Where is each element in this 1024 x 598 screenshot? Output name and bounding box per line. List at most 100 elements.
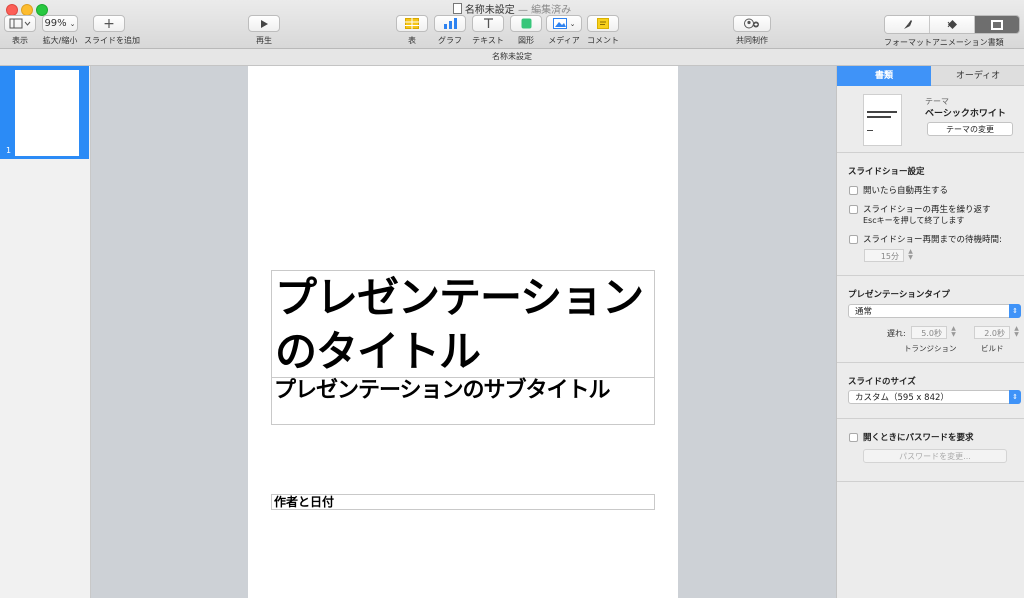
zoom-value: 99% bbox=[44, 18, 66, 29]
inspector-tabs: 書類 オーディオ bbox=[837, 66, 1024, 86]
slide-thumbnail-selected[interactable]: 1 bbox=[0, 66, 89, 159]
slideshow-settings-title: スライドショー設定 bbox=[848, 165, 925, 177]
tab-audio[interactable]: オーディオ bbox=[931, 66, 1024, 86]
theme-thumb-title-line2 bbox=[867, 116, 891, 118]
inspector-segmented-control[interactable] bbox=[884, 15, 1020, 34]
build-delay-field[interactable]: 2.0秒 bbox=[974, 326, 1010, 339]
add-slide-control[interactable]: + スライドを追加 bbox=[84, 15, 134, 46]
idle-time-field[interactable]: 15分 bbox=[864, 249, 904, 262]
play-icon bbox=[259, 19, 269, 29]
tab-document[interactable]: 書類 bbox=[837, 66, 931, 86]
play-label: 再生 bbox=[248, 35, 280, 46]
slide-thumbnail-page bbox=[15, 70, 79, 156]
comment-control[interactable]: コメント bbox=[586, 15, 620, 46]
collaborate-icon bbox=[743, 18, 761, 29]
text-button[interactable] bbox=[472, 15, 504, 32]
zoom-control[interactable]: 99%⌄ 拡大/縮小 bbox=[41, 15, 79, 46]
shape-control[interactable]: 図形 bbox=[510, 15, 542, 46]
slide-size-section: スライドのサイズ カスタム（595 x 842） ⇕ bbox=[837, 363, 1024, 419]
title-placeholder[interactable]: プレゼンテーションのタイトル bbox=[271, 270, 655, 378]
play-button[interactable] bbox=[248, 15, 280, 32]
add-slide-button[interactable]: + bbox=[93, 15, 125, 32]
inspector-switcher[interactable]: フォーマット アニメーション 書類 bbox=[884, 15, 1020, 48]
slide-canvas[interactable]: プレゼンテーションのタイトル プレゼンテーションのサブタイトル 作者と日付 bbox=[248, 66, 678, 598]
view-button[interactable] bbox=[4, 15, 36, 32]
change-password-button[interactable]: パスワードを変更... bbox=[863, 449, 1007, 463]
delay-label: 遅れ: bbox=[887, 328, 906, 339]
author-placeholder[interactable]: 作者と日付 bbox=[271, 494, 655, 510]
transition-delay-stepper[interactable]: ▲▼ bbox=[950, 326, 957, 339]
restart-idle-option[interactable]: スライドショー再開までの待機時間: bbox=[849, 233, 1002, 245]
media-control[interactable]: ⌄ メディア bbox=[546, 15, 582, 46]
chart-icon bbox=[444, 18, 457, 29]
document-button[interactable] bbox=[975, 16, 1019, 33]
subtitle-placeholder[interactable]: プレゼンテーションのサブタイトル bbox=[271, 377, 655, 425]
popup-arrows-icon: ⇕ bbox=[1009, 304, 1021, 318]
autoplay-checkbox[interactable] bbox=[849, 186, 858, 195]
collaborate-button[interactable] bbox=[733, 15, 771, 32]
paintbrush-icon bbox=[902, 19, 913, 30]
view-label: 表示 bbox=[4, 35, 36, 46]
zoom-popup[interactable]: 99%⌄ bbox=[42, 15, 78, 32]
autoplay-option[interactable]: 開いたら自動再生する bbox=[849, 184, 948, 196]
collaborate-control[interactable]: 共同制作 bbox=[733, 15, 771, 46]
table-control[interactable]: 表 bbox=[396, 15, 428, 46]
slide-size-value: カスタム（595 x 842） bbox=[855, 393, 949, 403]
sidebar-view-icon bbox=[9, 18, 31, 29]
author-date[interactable]: 作者と日付 bbox=[272, 495, 654, 509]
loop-option[interactable]: スライドショーの再生を繰り返す bbox=[849, 203, 991, 215]
comment-label: コメント bbox=[586, 35, 620, 46]
slideshow-settings-section: スライドショー設定 開いたら自動再生する スライドショーの再生を繰り返す Esc… bbox=[837, 153, 1024, 276]
theme-thumb-title bbox=[867, 111, 897, 113]
require-password-option[interactable]: 開くときにパスワードを要求 bbox=[849, 431, 974, 443]
document-inspector: 書類 オーディオ テーマ ベーシックホワイト テーマの変更 スライドショー設定 … bbox=[836, 66, 1024, 598]
change-theme-button[interactable]: テーマの変更 bbox=[927, 122, 1013, 136]
text-control[interactable]: テキスト bbox=[471, 15, 505, 46]
loop-checkbox[interactable] bbox=[849, 205, 858, 214]
presentation-type-value: 通常 bbox=[855, 307, 872, 317]
theme-thumb-author bbox=[867, 130, 873, 131]
presentation-type-title: プレゼンテーションタイプ bbox=[848, 288, 950, 300]
autoplay-label: 開いたら自動再生する bbox=[863, 184, 948, 196]
toolbar: 名称未設定 — 編集済み 表示 99%⌄ 拡大/縮小 + スライドを追加 再生 … bbox=[0, 0, 1024, 49]
slide-size-popup[interactable]: カスタム（595 x 842） ⇕ bbox=[848, 390, 1021, 404]
collaborate-label: 共同制作 bbox=[733, 35, 771, 46]
document-pane-icon bbox=[991, 20, 1003, 30]
media-button[interactable]: ⌄ bbox=[546, 15, 582, 32]
window-title: 名称未設定 — 編集済み bbox=[0, 1, 1024, 16]
slide-subtitle[interactable]: プレゼンテーションのサブタイトル bbox=[272, 378, 654, 404]
slide-size-title: スライドのサイズ bbox=[848, 375, 916, 387]
chevron-down-icon: ⌄ bbox=[570, 20, 576, 28]
format-button[interactable] bbox=[885, 16, 930, 33]
plus-icon: + bbox=[103, 17, 115, 31]
shape-icon bbox=[521, 18, 532, 29]
slide-title[interactable]: プレゼンテーションのタイトル bbox=[272, 271, 654, 379]
text-label: テキスト bbox=[471, 35, 505, 46]
shape-button[interactable] bbox=[510, 15, 542, 32]
transition-label: トランジション bbox=[904, 343, 957, 354]
chart-button[interactable] bbox=[434, 15, 466, 32]
animate-diamond-icon bbox=[946, 19, 959, 30]
popup-arrows-icon: ⇕ bbox=[1009, 390, 1021, 404]
chart-control[interactable]: グラフ bbox=[434, 15, 466, 46]
play-control[interactable]: 再生 bbox=[248, 15, 280, 46]
loop-label: スライドショーの再生を繰り返す bbox=[863, 203, 991, 215]
animate-button[interactable] bbox=[930, 16, 975, 33]
transition-delay-field[interactable]: 5.0秒 bbox=[911, 326, 947, 339]
view-control[interactable]: 表示 bbox=[4, 15, 36, 46]
comment-button[interactable] bbox=[587, 15, 619, 32]
password-section: 開くときにパスワードを要求 パスワードを変更... bbox=[837, 419, 1024, 482]
presentation-type-popup[interactable]: 通常 ⇕ bbox=[848, 304, 1021, 318]
document-label: 書類 bbox=[988, 37, 1020, 48]
build-delay-stepper[interactable]: ▲▼ bbox=[1013, 326, 1020, 339]
require-password-checkbox[interactable] bbox=[849, 433, 858, 442]
presentation-type-section: プレゼンテーションタイプ 通常 ⇕ 遅れ: 5.0秒 ▲▼ 2.0秒 ▲▼ トラ… bbox=[837, 276, 1024, 363]
document-title: 名称未設定 bbox=[492, 52, 532, 61]
build-label: ビルド bbox=[981, 343, 1004, 354]
theme-thumbnail[interactable] bbox=[863, 94, 902, 146]
media-label: メディア bbox=[546, 35, 582, 46]
idle-time-stepper[interactable]: ▲▼ bbox=[907, 249, 914, 262]
table-button[interactable] bbox=[396, 15, 428, 32]
slide-navigator[interactable]: 1 bbox=[0, 66, 91, 598]
restart-idle-checkbox[interactable] bbox=[849, 235, 858, 244]
